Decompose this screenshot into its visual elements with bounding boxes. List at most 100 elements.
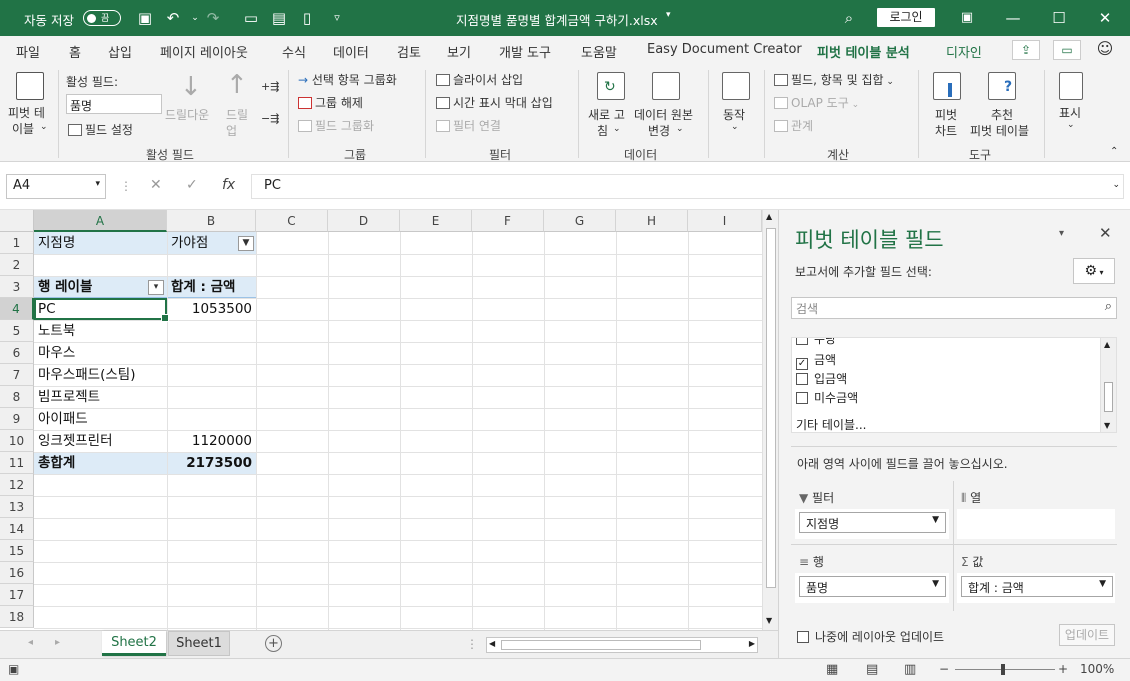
row-header[interactable]: 4	[0, 298, 34, 320]
zoom-in-icon[interactable]: +	[1058, 662, 1068, 676]
cancel-icon[interactable]: ✕	[150, 177, 162, 193]
macro-record-icon[interactable]: ▣	[8, 662, 19, 676]
filter-connections-button[interactable]: 필터 연결	[436, 117, 501, 134]
pivot-table-label-2[interactable]: 이블	[12, 120, 34, 137]
group-selection-button[interactable]: → 선택 항목 그룹화	[298, 71, 397, 88]
column-header-i[interactable]: I	[688, 210, 762, 232]
row-header[interactable]: 15	[0, 540, 34, 562]
row-header[interactable]: 18	[0, 606, 34, 628]
expand-formula-icon[interactable]: ⌄	[1112, 180, 1120, 190]
vertical-scroll-thumb[interactable]	[766, 228, 776, 588]
drill-down-icon[interactable]: ↓	[180, 72, 202, 102]
values-field-pill[interactable]: 합계 : 금액 ▼	[961, 576, 1113, 597]
refresh-dropdown-icon[interactable]: ⌄	[613, 124, 621, 134]
pivot-row-value[interactable]	[167, 386, 256, 408]
autosave-toggle[interactable]: 끔	[83, 10, 121, 26]
row-header[interactable]: 12	[0, 474, 34, 496]
zoom-slider-knob[interactable]	[1001, 664, 1005, 675]
column-header-a[interactable]: A	[34, 210, 167, 232]
select-all-corner[interactable]	[0, 210, 34, 232]
tab-developer[interactable]: 개발 도구	[499, 42, 551, 61]
grand-total-value[interactable]: 2173500	[167, 452, 256, 474]
vertical-scrollbar[interactable]: ▲ ▼	[762, 210, 778, 630]
refresh-label-2[interactable]: 침	[597, 122, 608, 139]
scroll-left-icon[interactable]: ◀	[489, 639, 495, 648]
pivot-table-dropdown-icon[interactable]: ⌄	[40, 122, 48, 132]
tab-formulas[interactable]: 수식	[282, 42, 306, 61]
title-dropdown-icon[interactable]: ▾	[666, 10, 671, 20]
row-header[interactable]: 17	[0, 584, 34, 606]
tab-file[interactable]: 파일	[16, 42, 40, 61]
tab-split-grip-icon[interactable]: ⋮	[466, 637, 478, 651]
filters-field-pill[interactable]: 지점명 ▼	[799, 512, 946, 533]
pivot-row-value[interactable]	[167, 364, 256, 386]
tab-view[interactable]: 보기	[447, 42, 471, 61]
recommended-label-1[interactable]: 추천	[991, 106, 1013, 123]
show-icon[interactable]	[1059, 72, 1083, 100]
refresh-label-1[interactable]: 새로 고	[588, 106, 625, 123]
row-header[interactable]: 8	[0, 386, 34, 408]
ribbon-display-icon[interactable]: ▣	[952, 6, 982, 30]
pivot-chart-label-1[interactable]: 피벗	[935, 106, 957, 123]
sheet-tab-sheet1[interactable]: Sheet1	[168, 631, 230, 656]
pivot-row-label[interactable]: 마우스패드(스팀)	[34, 364, 139, 386]
comments-icon[interactable]: ▭	[1053, 40, 1081, 60]
pivot-row-value[interactable]	[167, 320, 256, 342]
row-header[interactable]: 14	[0, 518, 34, 540]
field-item-unpaid[interactable]: 미수금액	[796, 389, 858, 406]
change-source-icon[interactable]	[652, 72, 680, 100]
pill-dropdown-icon[interactable]: ▼	[932, 579, 939, 589]
more-tables-link[interactable]: 기타 테이블...	[796, 416, 866, 432]
sheet-tab-sheet2[interactable]: Sheet2	[102, 631, 166, 656]
pivot-row-value[interactable]: 1120000	[167, 430, 256, 452]
rows-field-pill[interactable]: 품명 ▼	[799, 576, 946, 597]
layout-icon[interactable]: ▤	[270, 9, 288, 27]
update-button[interactable]: 업데이트	[1059, 624, 1115, 646]
field-item-amount[interactable]: ✓ 금액	[796, 351, 836, 370]
relationships-button[interactable]: 관계	[774, 117, 813, 134]
column-header-d[interactable]: D	[328, 210, 400, 232]
change-source-label-1[interactable]: 데이터 원본	[634, 106, 693, 123]
ungroup-button[interactable]: 그룹 해제	[298, 94, 363, 111]
actions-icon[interactable]	[722, 72, 750, 100]
pivot-row-label[interactable]: 잉크젯프린터	[34, 430, 117, 452]
pivot-chart-icon[interactable]	[933, 72, 961, 100]
drill-down-label[interactable]: 드릴다운	[165, 106, 209, 123]
insert-timeline-button[interactable]: 시간 표시 막대 삽입	[436, 94, 553, 111]
row-header[interactable]: 3	[0, 276, 34, 298]
field-item-quantity[interactable]: 수량	[796, 338, 836, 347]
zoom-level[interactable]: 100%	[1080, 662, 1114, 676]
column-header-e[interactable]: E	[400, 210, 472, 232]
pane-close-icon[interactable]: ✕	[1099, 224, 1112, 242]
checkbox-icon[interactable]	[797, 631, 809, 643]
recommended-pivot-icon[interactable]: ?	[988, 72, 1016, 100]
pivot-row-value[interactable]	[167, 342, 256, 364]
drill-up-label-1[interactable]: 드릴	[226, 106, 248, 123]
tab-review[interactable]: 검토	[397, 42, 421, 61]
show-label[interactable]: 표시	[1059, 104, 1081, 121]
collapse-ribbon-icon[interactable]: ⌃	[1110, 146, 1118, 157]
search-icon[interactable]: ⌕	[840, 9, 858, 27]
pivot-row-value[interactable]	[167, 408, 256, 430]
scroll-down-icon[interactable]: ▼	[766, 616, 772, 625]
field-item-deposit[interactable]: 입금액	[796, 370, 847, 387]
column-header-h[interactable]: H	[616, 210, 688, 232]
zoom-out-icon[interactable]: −	[939, 662, 949, 676]
name-box-dropdown-icon[interactable]: ▾	[95, 179, 100, 189]
pill-dropdown-icon[interactable]: ▼	[1099, 579, 1106, 589]
value-header[interactable]: 합계 : 금액	[167, 276, 239, 298]
collapse-field-icon[interactable]: −⇶	[261, 112, 279, 125]
field-search-input[interactable]: 검색 ⌕	[791, 297, 1117, 319]
group-field-button[interactable]: 필드 그룹화	[298, 117, 374, 134]
tab-design[interactable]: 디자인	[946, 42, 982, 61]
tab-page-layout[interactable]: 페이지 레이아웃	[160, 42, 248, 61]
row-header[interactable]: 13	[0, 496, 34, 518]
grand-total-label[interactable]: 총합계	[34, 452, 79, 474]
pivot-filter-value[interactable]: 가야점	[167, 232, 212, 254]
scroll-up-icon[interactable]: ▲	[766, 212, 772, 221]
pivot-row-label[interactable]: 아이패드	[34, 408, 92, 430]
customize-toolbar-icon[interactable]: ▿	[328, 9, 346, 27]
save-icon[interactable]: ▣	[136, 9, 154, 27]
row-header[interactable]: 1	[0, 232, 34, 254]
redo-icon[interactable]: ↷	[204, 9, 222, 27]
